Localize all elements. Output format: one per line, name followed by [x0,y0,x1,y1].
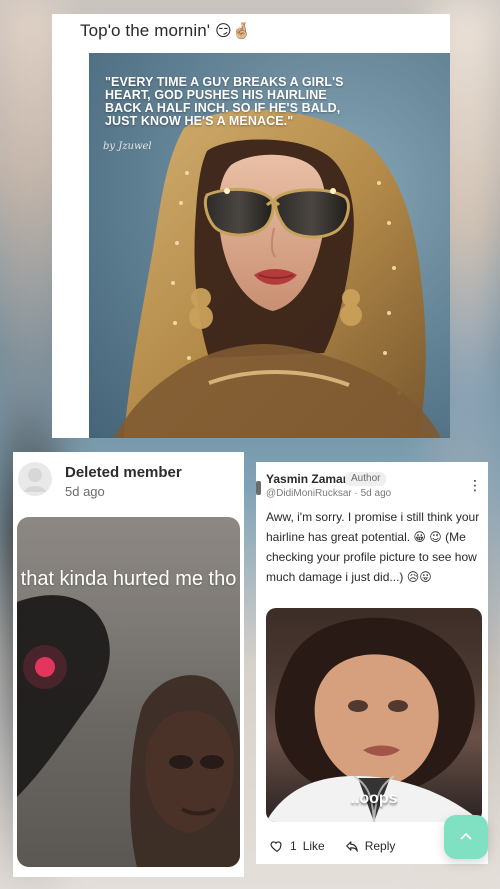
post-image[interactable]: "EVERY TIME A GUY BREAKS A GIRL'S HEART,… [89,53,450,438]
reply-text: Aww, i'm sorry. I promise i still think … [266,510,480,584]
reply-meme-image[interactable]: that kinda hurted me tho [17,517,240,867]
like-action[interactable]: 1 Like [270,839,325,853]
reply-icon [345,841,358,852]
reply-card-left[interactable]: Deleted member 5d ago that kinda hurted … [13,452,244,877]
kebab-icon[interactable]: ⋮ [468,476,482,494]
gif-caption: ..oops [350,790,398,807]
reply-actions: 1 Like Reply [270,836,395,856]
reply-action[interactable]: Reply [345,839,396,853]
post-caption-text: Top'o the mornin' [80,21,211,40]
hero-quote-text: "EVERY TIME A GUY BREAKS A GIRL'S HEART,… [105,75,344,128]
top-post-card: Top'o the mornin' 😏🤞🏼 "EVERY TIME A GUY … [52,14,450,438]
default-avatar-icon [24,468,46,492]
hero-signature: by Jzuwel [103,141,152,152]
chevron-up-icon [460,833,472,840]
reply-label: Reply [364,839,396,853]
reply-handle-time: @DidiMoniRucksar · 5d ago [266,488,392,499]
heart-icon [270,841,282,852]
reply-gif[interactable]: ..oops [266,608,482,822]
reply-author-name[interactable]: Yasmin Zaman [266,472,350,486]
author-badge: Author [345,472,387,486]
reply-timestamp: 5d ago [65,484,105,499]
reply-author-name[interactable]: Deleted member [65,464,182,481]
post-caption: Top'o the mornin' 😏🤞🏼 [80,21,252,41]
meme-caption: that kinda hurted me tho [20,568,237,590]
like-count: 1 [290,839,297,853]
scroll-top-button[interactable] [444,815,488,859]
avatar[interactable] [18,462,52,496]
like-label: Like [302,839,325,853]
post-caption-emoji: 😏🤞🏼 [214,23,252,40]
thread-indicator-icon [256,481,261,495]
reply-card-right[interactable]: Yasmin Zaman Author @DidiMoniRucksar · 5… [256,462,488,864]
